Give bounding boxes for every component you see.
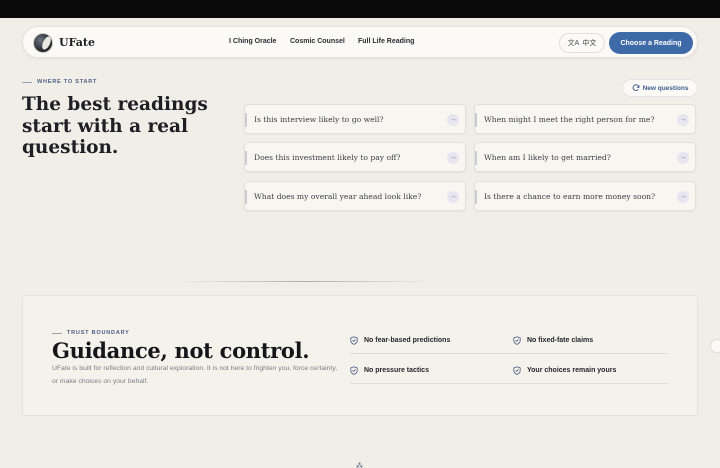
question-card[interactable]: When might I meet the right person for m…	[474, 104, 696, 134]
trust-point-text: No fear-based predictions	[364, 337, 451, 344]
new-questions-label: New questions	[642, 84, 689, 92]
hero-title: The best readings start with a real ques…	[22, 94, 208, 158]
question-text: When might I meet the right person for m…	[484, 115, 655, 124]
nav-link-cosmic-counsel[interactable]: Cosmic Counsel	[290, 38, 345, 45]
question-card[interactable]: Is there a chance to earn more money soo…	[474, 181, 696, 211]
trust-eyebrow-text: TRUST BOUNDARY	[67, 330, 130, 336]
arrow-right-icon: →	[677, 191, 689, 203]
question-card[interactable]: Is this interview likely to go well? →	[244, 104, 466, 134]
eyebrow-dash	[52, 332, 62, 334]
trust-point-divider	[350, 353, 668, 354]
arrow-right-icon: →	[677, 114, 689, 126]
eyebrow-dash	[22, 81, 32, 83]
trust-point-text: No fixed-fate claims	[527, 337, 594, 344]
trust-boundary-section: TRUST BOUNDARY Guidance, not control. UF…	[22, 295, 698, 416]
arrow-right-icon: →	[447, 152, 459, 164]
side-scroll-button[interactable]	[710, 339, 720, 353]
trust-body: UFate is built for reflection and cultur…	[52, 365, 338, 385]
nav-link-i-ching-oracle[interactable]: I Ching Oracle	[229, 38, 276, 45]
hero-eyebrow: WHERE TO START	[22, 79, 97, 85]
brand-name[interactable]: UFate	[59, 36, 95, 49]
arrow-right-icon: →	[447, 114, 459, 126]
trust-point-divider	[350, 383, 668, 384]
question-card[interactable]: When am I likely to get married? →	[474, 142, 696, 172]
shield-check-icon	[513, 336, 521, 345]
section-divider	[176, 281, 436, 282]
hero-eyebrow-text: WHERE TO START	[37, 79, 98, 85]
question-text: Is this interview likely to go well?	[254, 115, 384, 124]
arrow-right-icon: →	[447, 191, 459, 203]
trust-eyebrow: TRUST BOUNDARY	[52, 330, 130, 336]
question-text: What does my overall year ahead look lik…	[254, 192, 422, 201]
trust-title: Guidance, not control.	[52, 338, 310, 363]
refresh-icon	[632, 84, 640, 92]
yin-yang-logo-icon[interactable]	[33, 33, 53, 53]
language-label: 中文	[582, 40, 597, 47]
shield-check-icon	[350, 366, 358, 375]
language-toggle[interactable]: 文A 中文	[559, 33, 605, 53]
question-card[interactable]: Does this investment likely to pay off? …	[244, 142, 466, 172]
scroll-hint-icon: ⁂	[356, 463, 363, 468]
trust-point-text: Your choices remain yours	[527, 367, 617, 374]
shield-check-icon	[350, 336, 358, 345]
navbar: UFate I Ching Oracle Cosmic Counsel Full…	[22, 26, 698, 58]
nav-link-full-life-reading[interactable]: Full Life Reading	[358, 38, 414, 45]
trust-point: No pressure tactics	[350, 366, 429, 375]
new-questions-button[interactable]: New questions	[622, 79, 698, 97]
trust-point: Your choices remain yours	[513, 366, 616, 375]
trust-point: No fear-based predictions	[350, 336, 450, 345]
arrow-right-icon: →	[677, 152, 689, 164]
question-text: When am I likely to get married?	[484, 153, 611, 162]
choose-reading-button[interactable]: Choose a Reading	[609, 32, 693, 54]
shield-check-icon	[513, 366, 521, 375]
question-text: Does this investment likely to pay off?	[254, 153, 401, 162]
translate-icon: 文A	[567, 40, 580, 47]
trust-point-text: No pressure tactics	[364, 367, 429, 374]
question-text: Is there a chance to earn more money soo…	[484, 192, 656, 201]
trust-point: No fixed-fate claims	[513, 336, 593, 345]
question-card[interactable]: What does my overall year ahead look lik…	[244, 181, 466, 211]
browser-top-bar	[0, 0, 720, 18]
